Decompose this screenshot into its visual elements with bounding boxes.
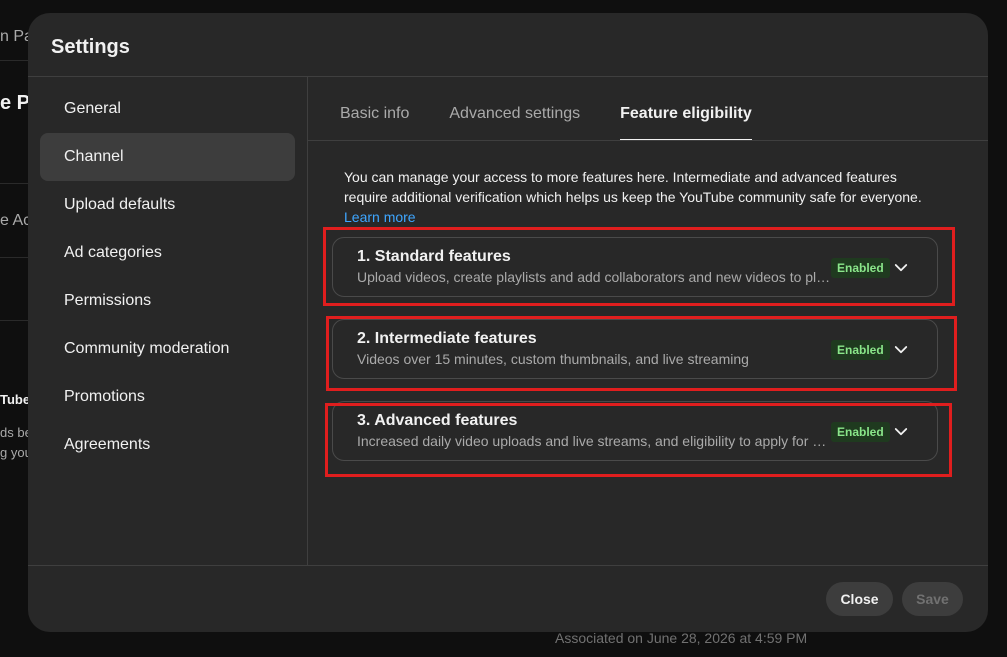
sidebar-item-channel[interactable]: Channel [40,133,295,181]
sidebar-item-agreements[interactable]: Agreements [40,421,295,469]
footer-divider [28,565,988,566]
close-button[interactable]: Close [826,582,893,616]
feature-card-standard[interactable]: 1. Standard features Upload videos, crea… [332,237,938,297]
bg-fragment: e Ac [0,212,32,229]
settings-sidebar: General Channel Upload defaults Ad categ… [40,85,295,469]
feature-description: Upload videos, create playlists and add … [357,269,833,285]
chevron-down-icon[interactable] [892,423,910,441]
feature-title: 1. Standard features [357,248,511,265]
feature-card-intermediate[interactable]: 2. Intermediate features Videos over 15 … [332,319,938,379]
sidebar-divider [307,77,308,565]
tab-advanced-settings[interactable]: Advanced settings [449,95,580,141]
feature-intro: You can manage your access to more featu… [344,167,944,227]
bg-divider [0,320,28,321]
chevron-down-icon[interactable] [892,259,910,277]
bg-divider [0,183,28,184]
chevron-down-icon[interactable] [892,341,910,359]
sidebar-item-upload-defaults[interactable]: Upload defaults [40,181,295,229]
header-divider [28,76,988,77]
feature-title: 3. Advanced features [357,412,518,429]
sidebar-item-promotions[interactable]: Promotions [40,373,295,421]
feature-description: Videos over 15 minutes, custom thumbnail… [357,351,749,367]
settings-dialog: Settings General Channel Upload defaults… [28,13,988,632]
bg-associated-text: Associated on June 28, 2026 at 4:59 PM [555,630,808,646]
intro-text: You can manage your access to more featu… [344,169,922,205]
status-badge: Enabled [831,422,890,442]
sidebar-item-community-moderation[interactable]: Community moderation [40,325,295,373]
status-badge: Enabled [831,340,890,360]
dialog-title: Settings [51,36,130,58]
tabs-divider [308,140,988,141]
learn-more-link[interactable]: Learn more [344,207,944,227]
bg-divider [0,257,28,258]
tab-feature-eligibility[interactable]: Feature eligibility [620,95,752,141]
sidebar-item-ad-categories[interactable]: Ad categories [40,229,295,277]
save-button[interactable]: Save [902,582,963,616]
sidebar-item-permissions[interactable]: Permissions [40,277,295,325]
bg-divider [0,60,28,61]
feature-card-advanced[interactable]: 3. Advanced features Increased daily vid… [332,401,938,461]
bg-fragment: Tube [0,392,31,407]
channel-tabs: Basic info Advanced settings Feature eli… [340,95,792,141]
status-badge: Enabled [831,258,890,278]
sidebar-item-general[interactable]: General [40,85,295,133]
feature-description: Increased daily video uploads and live s… [357,433,833,449]
tab-basic-info[interactable]: Basic info [340,95,409,141]
feature-title: 2. Intermediate features [357,330,537,347]
